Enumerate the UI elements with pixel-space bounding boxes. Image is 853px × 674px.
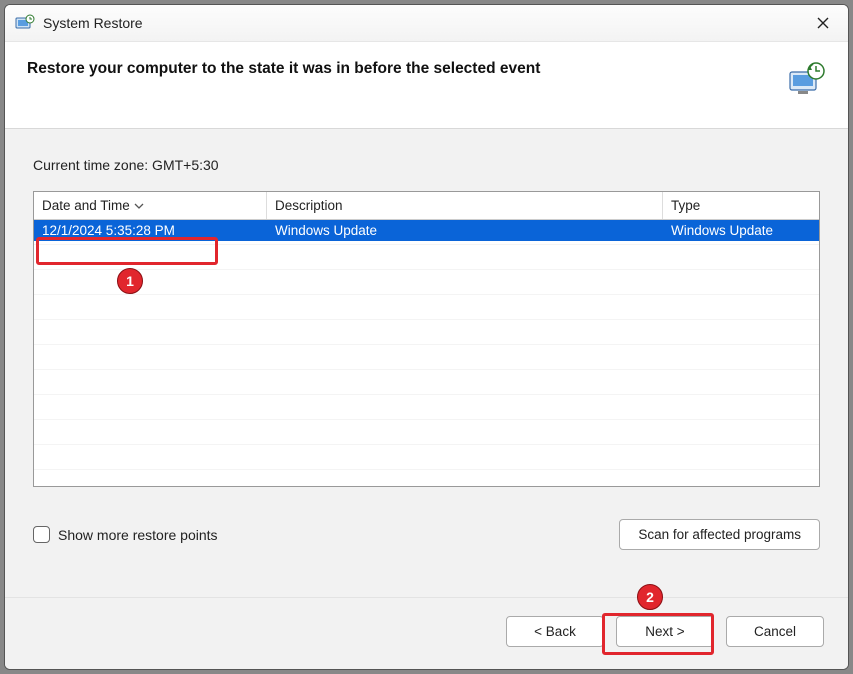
back-button[interactable]: < Back bbox=[506, 616, 604, 647]
show-more-label: Show more restore points bbox=[58, 527, 218, 543]
wizard-header: Restore your computer to the state it wa… bbox=[5, 42, 848, 129]
table-body: 12/1/2024 5:35:28 PM Windows Update Wind… bbox=[34, 220, 819, 486]
checkbox-box-icon bbox=[33, 526, 50, 543]
next-button[interactable]: Next > bbox=[616, 616, 714, 647]
cancel-button[interactable]: Cancel bbox=[726, 616, 824, 647]
system-restore-window: System Restore Restore your computer to … bbox=[4, 4, 849, 670]
system-restore-icon bbox=[15, 14, 35, 32]
column-header-description-label: Description bbox=[275, 198, 343, 213]
chevron-down-icon bbox=[134, 203, 144, 209]
column-header-date-label: Date and Time bbox=[42, 198, 130, 213]
cell-description: Windows Update bbox=[267, 220, 663, 241]
column-header-type-label: Type bbox=[671, 198, 700, 213]
table-row[interactable]: 12/1/2024 5:35:28 PM Windows Update Wind… bbox=[34, 220, 819, 241]
table-gridlines bbox=[34, 220, 819, 486]
close-icon bbox=[816, 16, 830, 30]
wizard-heading: Restore your computer to the state it wa… bbox=[27, 60, 776, 78]
column-header-date[interactable]: Date and Time bbox=[34, 192, 267, 219]
cell-date: 12/1/2024 5:35:28 PM bbox=[34, 220, 267, 241]
column-header-type[interactable]: Type bbox=[663, 192, 819, 219]
column-header-description[interactable]: Description bbox=[267, 192, 663, 219]
scan-affected-button[interactable]: Scan for affected programs bbox=[619, 519, 820, 550]
content-area: Current time zone: GMT+5:30 Date and Tim… bbox=[5, 129, 848, 597]
window-title: System Restore bbox=[43, 15, 143, 31]
cell-type: Windows Update bbox=[663, 220, 819, 241]
timezone-label: Current time zone: GMT+5:30 bbox=[33, 157, 820, 173]
system-restore-large-icon bbox=[786, 60, 826, 100]
table-header: Date and Time Description Type bbox=[34, 192, 819, 220]
restore-points-table: Date and Time Description Type 12/1/2024… bbox=[33, 191, 820, 487]
wizard-footer: < Back Next > Cancel bbox=[5, 597, 848, 669]
close-button[interactable] bbox=[808, 11, 838, 35]
titlebar: System Restore bbox=[5, 5, 848, 42]
below-table-row: Show more restore points Scan for affect… bbox=[33, 519, 820, 550]
show-more-checkbox[interactable]: Show more restore points bbox=[33, 526, 218, 543]
